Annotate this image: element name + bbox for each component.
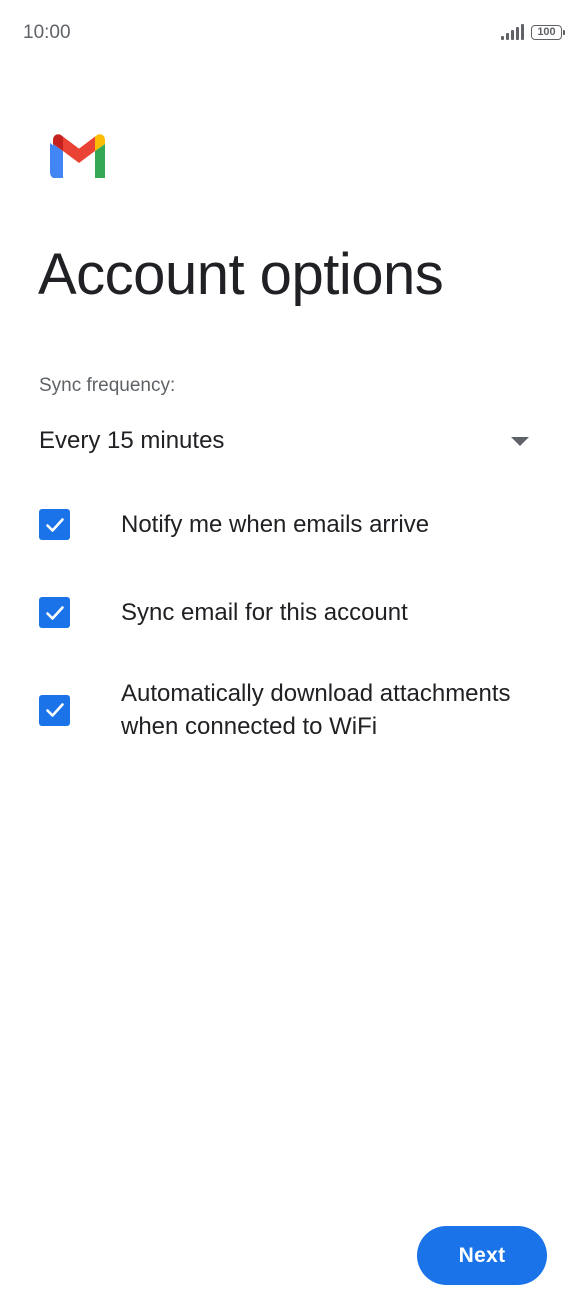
sync-frequency-dropdown[interactable]: Every 15 minutes: [39, 420, 533, 462]
checkmark-icon: [45, 517, 64, 532]
sync-frequency-label: Sync frequency:: [39, 375, 176, 396]
download-checkbox[interactable]: [39, 694, 70, 726]
status-bar: 10:00 100: [0, 0, 586, 66]
option-label: Notify me when emails arrive: [121, 511, 430, 538]
dropdown-arrow-icon: [511, 436, 529, 446]
notify-checkbox[interactable]: [39, 509, 70, 540]
battery-icon: 100: [531, 24, 565, 40]
page-title: Account options: [38, 242, 444, 307]
checkmark-icon: [45, 703, 64, 717]
gmail-logo: [50, 134, 105, 178]
checkmark-icon: [45, 605, 64, 620]
sync-frequency-value: Every 15 minutes: [39, 427, 225, 454]
option-download-attachments[interactable]: Automatically download attachments when …: [39, 677, 539, 743]
signal-bars-icon: [501, 24, 524, 40]
option-notify-emails[interactable]: Notify me when emails arrive: [39, 508, 539, 541]
status-time: 10:00: [23, 22, 71, 43]
battery-level: 100: [537, 25, 556, 38]
next-button[interactable]: Next: [417, 1226, 547, 1285]
option-sync-email[interactable]: Sync email for this account: [39, 596, 539, 629]
sync-checkbox[interactable]: [39, 597, 70, 628]
option-label: Sync email for this account: [121, 599, 408, 626]
status-icons: 100: [501, 24, 565, 40]
option-label: Automatically download attachments when …: [121, 680, 511, 740]
